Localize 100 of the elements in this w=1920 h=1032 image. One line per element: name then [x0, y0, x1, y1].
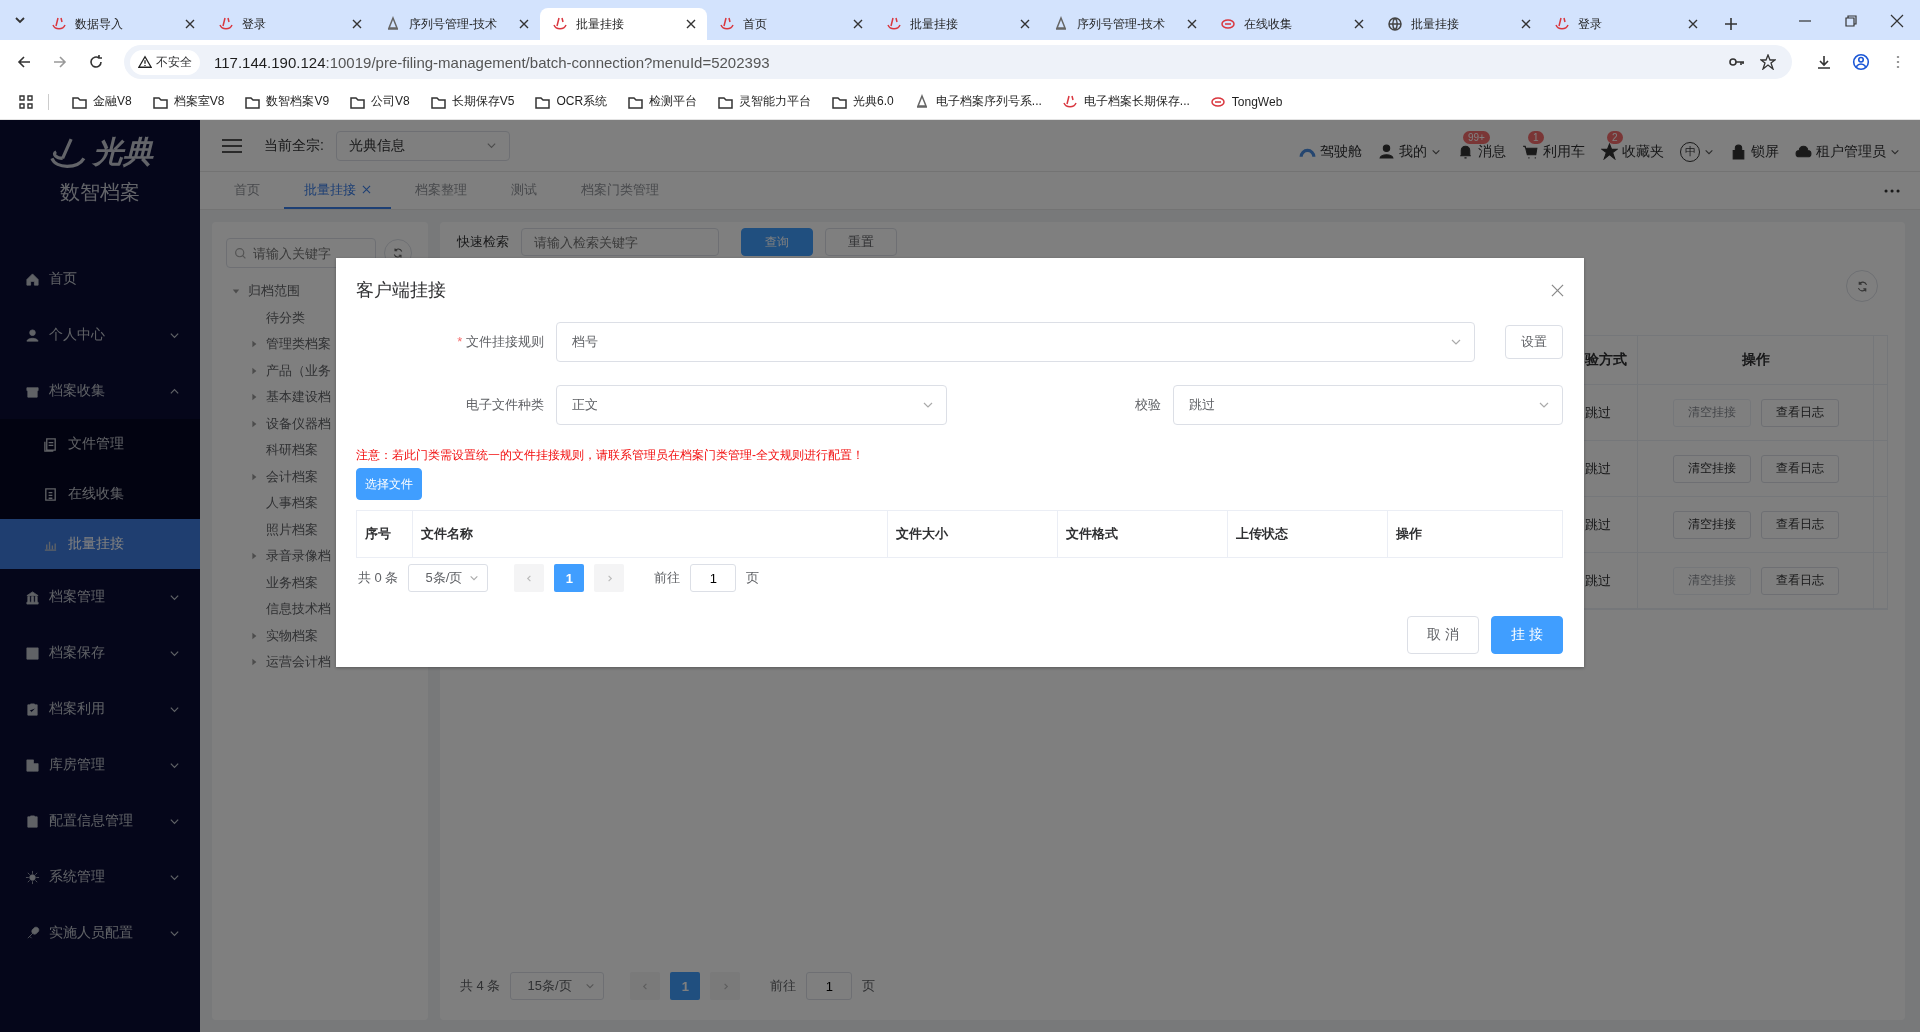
archive-select[interactable]: 光典信息	[335, 130, 510, 161]
menu-item[interactable]: 档案利用	[0, 681, 200, 737]
close-icon[interactable]	[351, 18, 363, 30]
clear-button[interactable]: 清空挂接	[1672, 510, 1751, 539]
menu-item[interactable]: 个人中心	[0, 307, 200, 363]
browser-tab[interactable]: 首页	[707, 8, 874, 40]
bookmark[interactable]: 数智档案V9	[236, 93, 338, 110]
page-field[interactable]: 1	[690, 564, 737, 592]
close-icon[interactable]	[1186, 18, 1198, 30]
log-button[interactable]: 查看日志	[1760, 398, 1839, 427]
keyword-field[interactable]: 请输入关键字	[226, 238, 376, 268]
check-select[interactable]: 跳过	[1173, 385, 1563, 425]
menu-item[interactable]: 档案管理	[0, 569, 200, 625]
cancel-button[interactable]: 取 消	[1407, 616, 1479, 654]
tree-node[interactable]: 产品（业务	[226, 357, 416, 384]
table-cell-text: 跳过	[1585, 515, 1612, 534]
menu-icon[interactable]	[222, 137, 242, 154]
tree-node[interactable]: 实物档案	[226, 622, 416, 649]
log-button[interactable]: 查看日志	[1760, 510, 1839, 539]
bookmark[interactable]: 检测平台	[619, 93, 706, 110]
close-icon[interactable]	[852, 18, 864, 30]
browser-tab[interactable]: 登录	[206, 8, 373, 40]
profile-icon[interactable]	[1852, 53, 1870, 71]
bookmark[interactable]: 金融V8	[63, 93, 140, 110]
table-cell-text: 跳过	[1585, 571, 1612, 590]
address-bar[interactable]: 不安全 117.144.190.124:10019/pre-filing-management/batch-connection?menuId=5202393	[124, 45, 1792, 79]
page-tab[interactable]: 批量挂接	[284, 172, 391, 209]
close-icon[interactable]	[1890, 14, 1904, 28]
browser-tab[interactable]: 登录	[1542, 8, 1709, 40]
chevron-left-icon	[524, 573, 534, 583]
back-icon[interactable]	[16, 54, 32, 70]
toolbar-item[interactable]: 中	[1680, 129, 1714, 162]
log-button[interactable]: 查看日志	[1760, 566, 1839, 595]
menu-item[interactable]: 档案保存	[0, 625, 200, 681]
browser-tab[interactable]: 数据导入	[39, 8, 206, 40]
more-icon[interactable]	[1884, 188, 1900, 193]
browser-tab[interactable]: 批量挂接	[1375, 8, 1542, 40]
close-icon[interactable]	[1520, 18, 1532, 30]
menu-item[interactable]: 档案收集	[0, 363, 200, 419]
toolbar-item[interactable]: 2 收藏夹	[1601, 130, 1664, 161]
toolbar-item[interactable]: 租户管理员	[1795, 130, 1900, 161]
page-number[interactable]: 1	[554, 564, 585, 592]
bookmark[interactable]: 电子档案长期保存...	[1053, 93, 1198, 110]
bookmark[interactable]: 电子档案序列号系...	[905, 93, 1050, 110]
close-icon[interactable]	[184, 18, 196, 30]
choose-file-button[interactable]: 选择文件	[356, 468, 422, 500]
reload-icon[interactable]	[88, 54, 104, 70]
tree-node[interactable]: 基本建设档	[226, 384, 416, 411]
toolbar-item[interactable]: 驾驶舱	[1299, 130, 1362, 161]
toolbar-item[interactable]: 我的	[1378, 130, 1441, 161]
reset-button[interactable]: 重置	[825, 228, 897, 256]
submenu-item[interactable]: 在线收集	[0, 469, 200, 519]
menu-item[interactable]: 库房管理	[0, 737, 200, 793]
bookmark[interactable]: 长期保存V5	[421, 93, 523, 110]
bookmark[interactable]: 光典6.0	[823, 93, 902, 110]
bookmark[interactable]: 档案室V8	[143, 93, 233, 110]
apps-grid-icon[interactable]	[18, 93, 34, 110]
new-tab-icon[interactable]	[1723, 16, 1739, 32]
page-size-select[interactable]: 15条/页	[510, 972, 605, 1000]
toolbar-item[interactable]: 1 利用车	[1522, 130, 1585, 161]
forward-icon[interactable]	[52, 54, 68, 70]
close-icon[interactable]	[1353, 18, 1365, 30]
confirm-button[interactable]: 挂 接	[1491, 616, 1563, 654]
close-icon[interactable]	[1019, 18, 1031, 30]
tree-node[interactable]: 管理类档案	[226, 331, 416, 358]
log-button[interactable]: 查看日志	[1760, 454, 1839, 483]
browser-tab[interactable]: 序列号管理-技术	[1041, 8, 1208, 40]
browser-tab[interactable]: 批量挂接	[540, 8, 707, 40]
menu-item[interactable]: 首页	[0, 251, 200, 307]
swirl-logo-icon	[719, 16, 735, 32]
browser-tab[interactable]: 在线收集	[1208, 8, 1375, 40]
bookmark[interactable]: TongWeb	[1201, 93, 1291, 110]
toolbar-item[interactable]: 99+ 消息	[1457, 130, 1506, 161]
clear-button[interactable]: 清空挂接	[1672, 454, 1751, 483]
bookmark[interactable]: 灵智能力平台	[709, 93, 820, 110]
file-type-select[interactable]: 正文	[556, 385, 947, 425]
menu-item[interactable]: 配置信息管理	[0, 793, 200, 849]
page-size-select[interactable]: 5条/页	[408, 564, 489, 592]
submenu-item[interactable]: 批量挂接	[0, 519, 200, 569]
bookmark[interactable]: 公司V8	[341, 93, 418, 110]
menu-item[interactable]: 实施人员配置	[0, 905, 200, 961]
submenu-item[interactable]: 文件管理	[0, 419, 200, 469]
menu-item[interactable]: 系统管理	[0, 849, 200, 905]
browser-tab[interactable]: 序列号管理-技术	[373, 8, 540, 40]
settings-button[interactable]: 设置	[1505, 325, 1563, 359]
close-icon[interactable]	[685, 18, 697, 30]
close-icon[interactable]	[1687, 18, 1699, 30]
restore-icon[interactable]	[1844, 14, 1858, 28]
toolbar-item[interactable]: 锁屏	[1730, 130, 1779, 161]
download-icon[interactable]	[1816, 54, 1832, 70]
page-field[interactable]: 1	[806, 972, 853, 1000]
bookmark[interactable]: OCR系统	[526, 93, 616, 110]
star-icon[interactable]	[1760, 54, 1776, 70]
close-icon[interactable]	[518, 18, 530, 30]
security-chip[interactable]: 不安全	[130, 49, 200, 75]
tree-node[interactable]: 设备仪器档	[226, 410, 416, 437]
rule-select[interactable]: 档号	[556, 322, 1475, 362]
browser-tab[interactable]: 批量挂接	[874, 8, 1041, 40]
tree-node[interactable]: 运营会计档	[226, 649, 416, 676]
search-field[interactable]: 请输入检索关键字	[521, 228, 719, 256]
